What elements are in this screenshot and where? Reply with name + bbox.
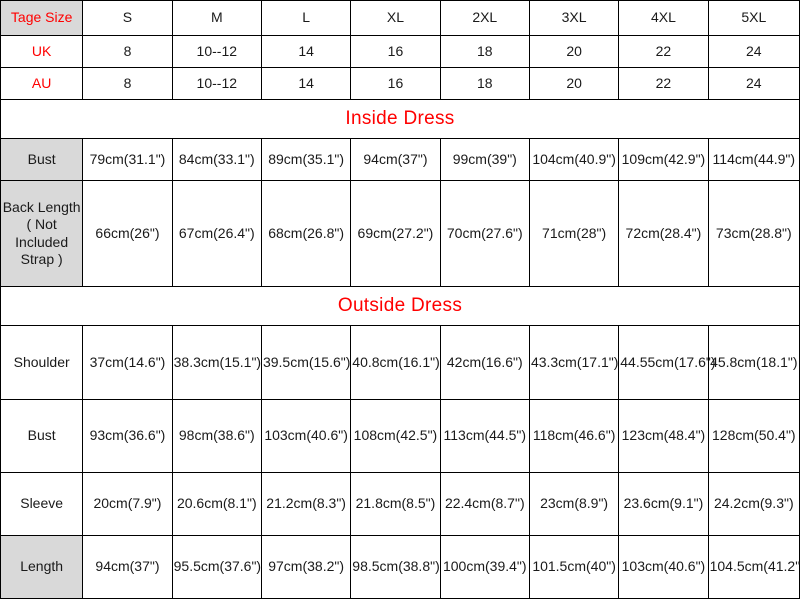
cell-length-m: 95.5cm(37.6")	[171, 535, 262, 599]
table-row-section-outside-dress: Outside Dress	[0, 286, 800, 326]
row-label-inside-bust: Bust	[0, 138, 84, 181]
cell-outside-bust-3xl: 118cm(46.6")	[528, 399, 620, 473]
cell-outside-bust-2xl: 113cm(44.5")	[439, 399, 530, 473]
cell-length-3xl: 101.5cm(40")	[528, 535, 620, 599]
cell-au-3xl: 20	[528, 67, 620, 100]
cell-inside-bust-2xl: 99cm(39")	[439, 138, 530, 181]
header-size-5xl: 5XL	[707, 0, 800, 36]
cell-outside-bust-xl: 108cm(42.5")	[350, 399, 441, 473]
cell-back-length-l: 68cm(26.8")	[260, 180, 352, 287]
cell-back-length-2xl: 70cm(27.6")	[439, 180, 530, 287]
cell-sleeve-2xl: 22.4cm(8.7")	[439, 472, 530, 536]
section-title-inside-dress: Inside Dress	[0, 99, 800, 139]
cell-inside-bust-m: 84cm(33.1")	[171, 138, 262, 181]
cell-au-m: 10--12	[171, 67, 262, 100]
cell-shoulder-3xl: 43.3cm(17.1")	[528, 325, 620, 400]
cell-sleeve-3xl: 23cm(8.9")	[528, 472, 620, 536]
cell-uk-xl: 16	[350, 35, 441, 68]
row-label-outside-bust: Bust	[0, 399, 84, 473]
table-row-shoulder: Shoulder 37cm(14.6") 38.3cm(15.1") 39.5c…	[0, 325, 800, 400]
cell-sleeve-xl: 21.8cm(8.5")	[350, 472, 441, 536]
table-row-back-length: Back Length ( Not Included Strap ) 66cm(…	[0, 180, 800, 287]
cell-uk-2xl: 18	[439, 35, 530, 68]
cell-inside-bust-s: 79cm(31.1")	[82, 138, 173, 181]
table-row-section-inside-dress: Inside Dress	[0, 99, 800, 139]
cell-shoulder-xl: 40.8cm(16.1")	[350, 325, 441, 400]
cell-sleeve-s: 20cm(7.9")	[82, 472, 173, 536]
cell-shoulder-m: 38.3cm(15.1")	[171, 325, 262, 400]
cell-au-2xl: 18	[439, 67, 530, 100]
row-label-uk: UK	[0, 35, 84, 68]
cell-au-4xl: 22	[618, 67, 709, 100]
cell-shoulder-l: 39.5cm(15.6")	[260, 325, 352, 400]
row-label-sleeve: Sleeve	[0, 472, 84, 536]
header-size-s: S	[82, 0, 173, 36]
cell-outside-bust-4xl: 123cm(48.4")	[618, 399, 709, 473]
cell-sleeve-m: 20.6cm(8.1")	[171, 472, 262, 536]
row-label-shoulder: Shoulder	[0, 325, 84, 400]
row-label-au: AU	[0, 67, 84, 100]
cell-uk-3xl: 20	[528, 35, 620, 68]
table-row-sleeve: Sleeve 20cm(7.9") 20.6cm(8.1") 21.2cm(8.…	[0, 472, 800, 536]
header-size-4xl: 4XL	[618, 0, 709, 36]
table-row-tage-size: Tage Size S M L XL 2XL 3XL 4XL 5XL	[0, 0, 800, 36]
header-size-3xl: 3XL	[528, 0, 620, 36]
cell-uk-l: 14	[260, 35, 352, 68]
cell-outside-bust-5xl: 128cm(50.4")	[707, 399, 800, 473]
cell-length-2xl: 100cm(39.4")	[439, 535, 530, 599]
cell-shoulder-5xl: 45.8cm(18.1")	[707, 325, 800, 400]
cell-shoulder-4xl: 44.55cm(17.6")	[618, 325, 716, 400]
cell-uk-s: 8	[82, 35, 173, 68]
cell-back-length-5xl: 73cm(28.8")	[707, 180, 800, 287]
header-label-tage-size: Tage Size	[0, 0, 84, 36]
row-label-length: Length	[0, 535, 84, 599]
cell-sleeve-4xl: 23.6cm(9.1")	[618, 472, 709, 536]
header-size-l: L	[260, 0, 352, 36]
header-size-xl: XL	[350, 0, 441, 36]
cell-outside-bust-s: 93cm(36.6")	[82, 399, 173, 473]
header-size-m: M	[171, 0, 262, 36]
header-size-2xl: 2XL	[439, 0, 530, 36]
cell-au-l: 14	[260, 67, 352, 100]
cell-au-xl: 16	[350, 67, 441, 100]
cell-length-l: 97cm(38.2")	[260, 535, 352, 599]
cell-sleeve-5xl: 24.2cm(9.3")	[707, 472, 800, 536]
table-row-inside-bust: Bust 79cm(31.1") 84cm(33.1") 89cm(35.1")…	[0, 138, 800, 181]
cell-uk-5xl: 24	[707, 35, 800, 68]
table-row-uk: UK 8 10--12 14 16 18 20 22 24	[0, 35, 800, 68]
section-title-outside-dress: Outside Dress	[0, 286, 800, 326]
table-row-length: Length 94cm(37") 95.5cm(37.6") 97cm(38.2…	[0, 535, 800, 599]
cell-inside-bust-xl: 94cm(37")	[350, 138, 441, 181]
cell-inside-bust-l: 89cm(35.1")	[260, 138, 352, 181]
cell-shoulder-s: 37cm(14.6")	[82, 325, 173, 400]
cell-inside-bust-4xl: 109cm(42.9")	[618, 138, 709, 181]
cell-au-5xl: 24	[707, 67, 800, 100]
cell-back-length-m: 67cm(26.4")	[171, 180, 262, 287]
row-label-back-length: Back Length ( Not Included Strap )	[0, 180, 84, 287]
cell-length-4xl: 103cm(40.6")	[618, 535, 709, 599]
cell-back-length-4xl: 72cm(28.4")	[618, 180, 709, 287]
cell-shoulder-2xl: 42cm(16.6")	[439, 325, 530, 400]
cell-sleeve-l: 21.2cm(8.3")	[260, 472, 352, 536]
cell-length-xl: 98.5cm(38.8")	[350, 535, 441, 599]
cell-outside-bust-m: 98cm(38.6")	[171, 399, 262, 473]
table-row-au: AU 8 10--12 14 16 18 20 22 24	[0, 67, 800, 100]
cell-au-s: 8	[82, 67, 173, 100]
cell-back-length-s: 66cm(26")	[82, 180, 173, 287]
cell-uk-m: 10--12	[171, 35, 262, 68]
cell-inside-bust-5xl: 114cm(44.9")	[707, 138, 800, 181]
size-chart-table: Tage Size S M L XL 2XL 3XL 4XL 5XL UK 8 …	[0, 0, 800, 599]
cell-back-length-xl: 69cm(27.2")	[350, 180, 441, 287]
cell-inside-bust-3xl: 104cm(40.9")	[528, 138, 620, 181]
cell-back-length-3xl: 71cm(28")	[528, 180, 620, 287]
cell-uk-4xl: 22	[618, 35, 709, 68]
cell-outside-bust-l: 103cm(40.6")	[260, 399, 352, 473]
cell-length-5xl: 104.5cm(41.2")	[707, 535, 800, 599]
cell-length-s: 94cm(37")	[82, 535, 173, 599]
table-row-outside-bust: Bust 93cm(36.6") 98cm(38.6") 103cm(40.6"…	[0, 399, 800, 473]
